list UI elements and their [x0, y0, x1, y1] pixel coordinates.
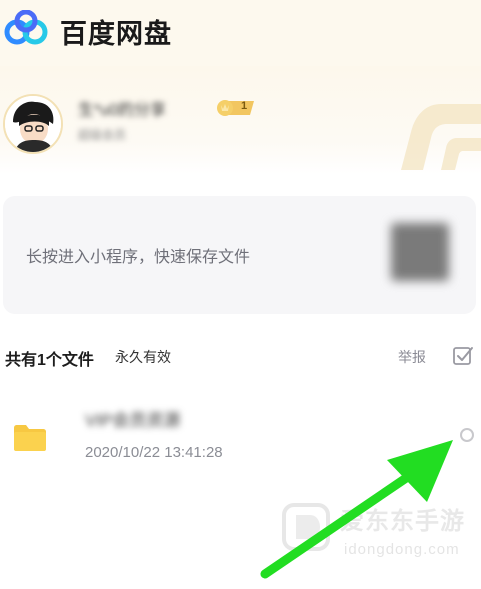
avatar-image	[5, 96, 61, 152]
file-count-label: 共有1个文件	[5, 352, 94, 369]
file-date: 2020/10/22 13:41:28	[85, 444, 223, 461]
crown-badge-icon	[217, 100, 254, 116]
sharer-username: 生*u0的分享	[78, 102, 167, 119]
sharer-subtitle: 超级会员	[78, 128, 127, 142]
app-header: 百度网盘	[0, 0, 481, 66]
validity-label: 永久有效	[115, 349, 171, 365]
app-title: 百度网盘	[60, 19, 172, 49]
mini-program-qr-code[interactable]	[391, 223, 449, 281]
sharer-profile: 生*u0的分享 超级会员 1	[0, 66, 481, 174]
vip-level-number: 1	[241, 100, 248, 112]
vip-level-badge: 1	[214, 99, 258, 117]
baidu-netdisk-logo-icon	[4, 10, 48, 45]
green-arrow-icon	[260, 440, 453, 579]
folder-icon	[14, 425, 46, 451]
file-name: VIP会员资源	[85, 411, 181, 430]
mini-program-hint: 长按进入小程序，快速保存文件	[26, 249, 251, 266]
decorative-clip-shape	[401, 104, 481, 170]
avatar[interactable]	[3, 94, 63, 154]
report-link[interactable]: 举报	[398, 347, 426, 367]
checkbox-icon[interactable]	[452, 345, 474, 367]
mini-program-card[interactable]: 长按进入小程序，快速保存文件	[3, 196, 476, 314]
